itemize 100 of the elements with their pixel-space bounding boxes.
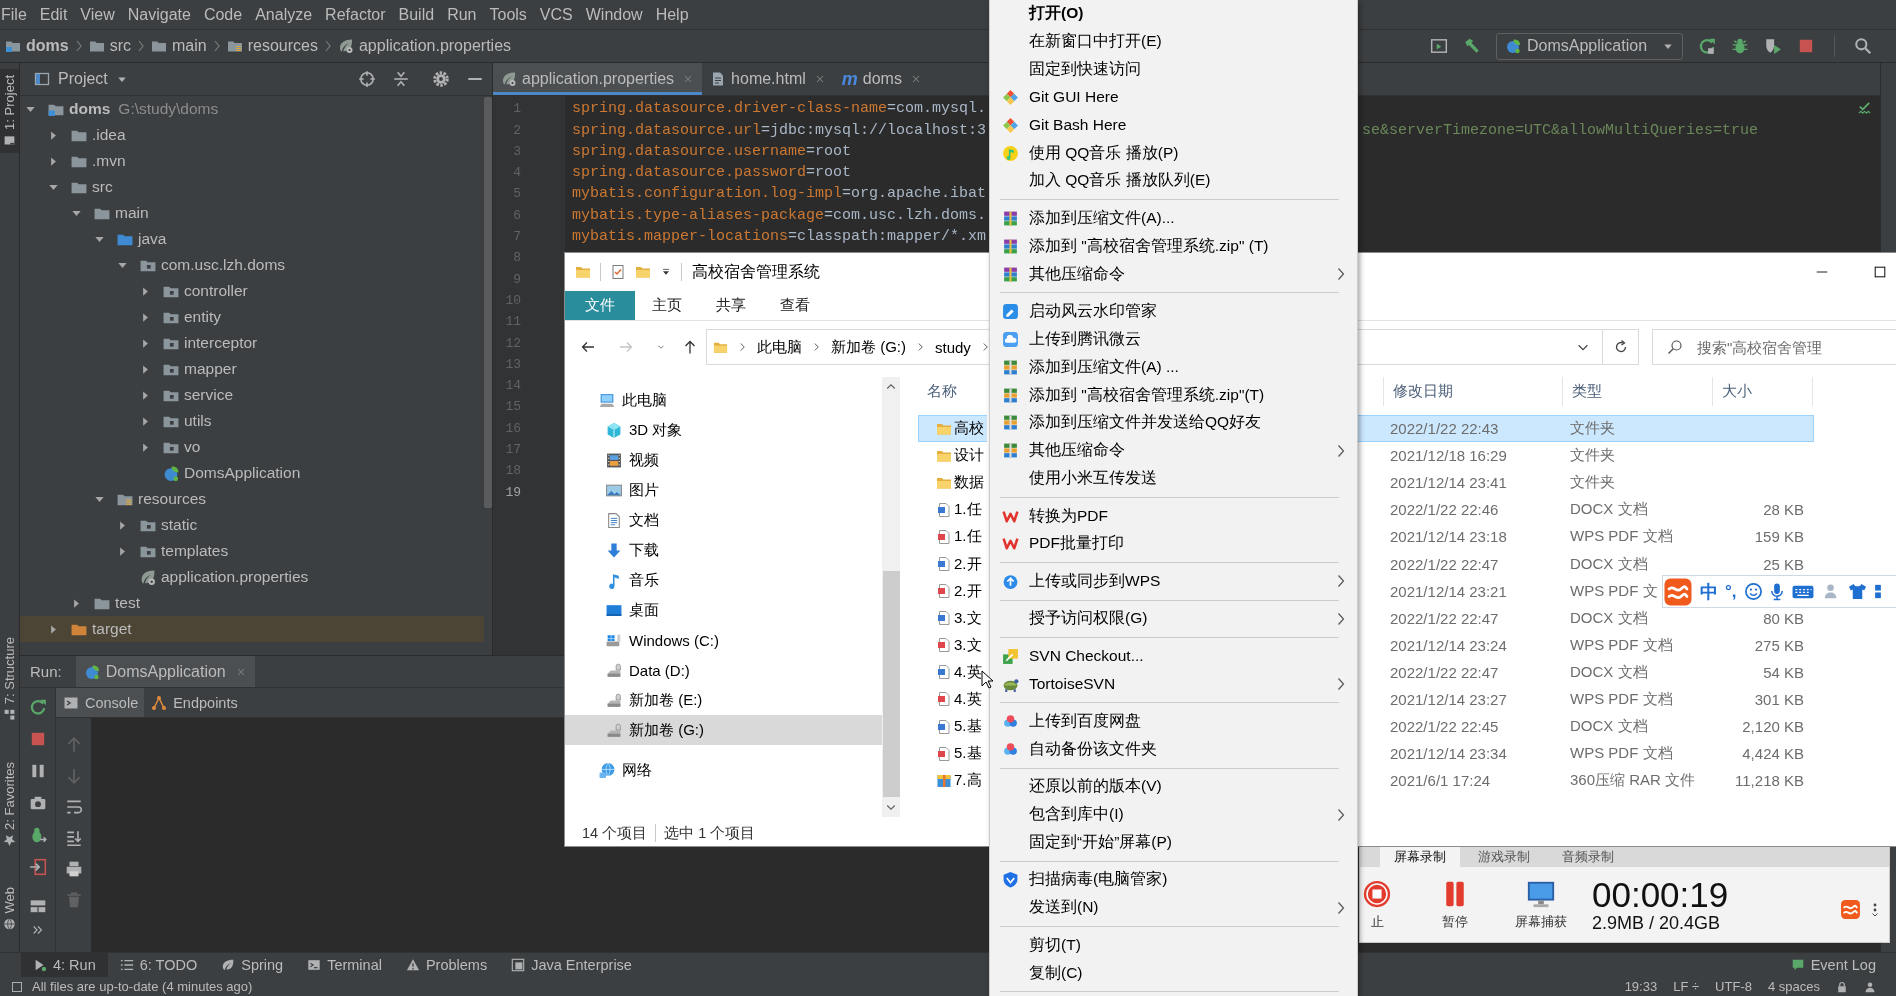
directory-entry[interactable]: 5.基	[918, 713, 987, 741]
tree-item[interactable]: entity	[140, 306, 222, 328]
run-tab[interactable]: DomsApplication	[75, 656, 255, 687]
breadcrumb-item[interactable]: resources	[226, 37, 318, 55]
scrollbar-thumb[interactable]	[882, 571, 900, 797]
tree-toggle-icon[interactable]	[117, 545, 128, 557]
status-item[interactable]: 19:33	[1624, 979, 1658, 994]
back-arrow-icon[interactable]	[580, 339, 596, 355]
menu-item[interactable]: 加入 QQ音乐 播放队列(E)	[990, 167, 1357, 195]
tree-item[interactable]: main	[71, 202, 149, 224]
tree-toggle-icon[interactable]	[48, 129, 59, 141]
tree-item[interactable]: test	[71, 592, 140, 614]
input-mode-toggle[interactable]: 中	[1700, 579, 1718, 604]
menu-item[interactable]: Window	[579, 3, 650, 26]
tool-window-button[interactable]: Event Log	[1778, 953, 1888, 977]
tree-item[interactable]: interceptor	[140, 332, 258, 354]
nav-item[interactable]: 下载	[565, 535, 882, 565]
recorder-tab[interactable]: 游戏录制	[1464, 847, 1544, 867]
tool-window-tab[interactable]: Web	[0, 880, 19, 936]
menu-item[interactable]: Analyze	[248, 3, 319, 26]
menu-item[interactable]: 添加到压缩文件(A)...	[990, 204, 1357, 233]
editor-tab[interactable]: application.properties	[493, 63, 703, 95]
chevron-right-icon[interactable]	[981, 340, 989, 354]
address-segment[interactable]: 新加卷 (G:)	[831, 337, 906, 357]
tree-toggle-icon[interactable]	[140, 363, 151, 375]
tree-item[interactable]: application.properties	[117, 566, 309, 588]
layout-icon[interactable]	[28, 897, 47, 915]
menu-item[interactable]: 固定到“开始”屏幕(P)	[990, 828, 1357, 857]
menu-item[interactable]: 其他压缩命令	[990, 436, 1357, 465]
menu-item[interactable]: 剪切(T)	[990, 931, 1357, 960]
nav-item[interactable]: 文档	[565, 505, 882, 535]
square-icon[interactable]	[11, 980, 23, 993]
menu-item[interactable]: 添加到压缩文件(A) ...	[990, 353, 1357, 382]
menu-item[interactable]: Code	[197, 3, 249, 26]
run-window-icon[interactable]	[1430, 37, 1448, 55]
menu-item[interactable]: 固定到快速访问	[990, 55, 1357, 84]
tree-toggle-icon[interactable]	[140, 311, 151, 323]
scroll-to-end-icon[interactable]	[64, 829, 83, 847]
menu-item[interactable]: 发送到(N)	[990, 893, 1357, 922]
panel-tab[interactable]: Endpoints	[144, 688, 244, 717]
menu-item[interactable]: Git GUI Here	[990, 83, 1357, 112]
camera-icon[interactable]	[28, 794, 47, 812]
directory-entry[interactable]: 2.开	[918, 550, 987, 578]
soft-wrap-icon[interactable]	[64, 798, 83, 816]
directory-entry[interactable]: 1.任	[918, 523, 987, 551]
search-icon[interactable]	[1854, 37, 1872, 55]
tree-toggle-icon[interactable]	[140, 285, 151, 297]
menu-item[interactable]: File	[0, 3, 34, 26]
menu-item[interactable]: 添加到 "高校宿舍管理系统.zip" (T)	[990, 232, 1357, 261]
breadcrumb-item[interactable]: application.properties	[337, 37, 512, 55]
column-header[interactable]: 类型	[1572, 382, 1602, 401]
maximize-icon[interactable]	[1873, 265, 1887, 279]
tree-item[interactable]: templates	[117, 540, 229, 562]
nav-item[interactable]: 新加卷 (G:)	[565, 715, 882, 745]
nav-item[interactable]: 网络	[565, 755, 882, 785]
breadcrumb-item[interactable]: src	[88, 37, 131, 55]
run-config-dropdown[interactable]: DomsApplication	[1496, 32, 1683, 60]
breadcrumb-item[interactable]: doms	[5, 37, 69, 55]
smiley-icon[interactable]	[1743, 582, 1763, 601]
menu-item[interactable]: 自动备份该文件夹	[990, 735, 1357, 764]
more-icon[interactable]	[1871, 901, 1879, 918]
tree-item[interactable]: vo	[140, 436, 201, 458]
shirt-icon[interactable]	[1847, 582, 1867, 601]
menu-item[interactable]: 复制(C)	[990, 959, 1357, 987]
menu-item[interactable]: 打开(O)	[990, 0, 1357, 28]
recorder-tab[interactable]: 屏幕录制	[1380, 847, 1460, 867]
tree-item[interactable]: doms G:\study\doms	[25, 98, 219, 120]
menu-item[interactable]: Refactor	[318, 3, 393, 26]
nav-item[interactable]: 音乐	[565, 565, 882, 595]
tree-item[interactable]: target	[48, 618, 132, 640]
directory-entry[interactable]: 数据	[918, 469, 987, 497]
tree-item[interactable]: DomsApplication	[140, 462, 301, 484]
directory-entry[interactable]: 设计	[918, 442, 987, 470]
menu-item[interactable]: Edit	[33, 3, 74, 26]
directory-entry[interactable]: 7.高	[918, 767, 987, 795]
menu-item[interactable]: 上传或同步到WPS	[990, 567, 1357, 596]
tool-window-button[interactable]: Terminal	[295, 953, 394, 977]
recorder-button[interactable]: 屏幕捕获	[1510, 878, 1572, 931]
refresh-button[interactable]	[1603, 329, 1639, 365]
tree-toggle-icon[interactable]	[117, 519, 128, 531]
menu-item[interactable]: Run	[440, 3, 483, 26]
recorder-button[interactable]: 暂停	[1436, 878, 1474, 931]
menu-item[interactable]: 在新窗口中打开(E)	[990, 27, 1357, 56]
collapse-all-icon[interactable]	[392, 70, 410, 88]
menu-item[interactable]: View	[73, 3, 122, 26]
hammer-icon[interactable]	[1463, 37, 1481, 55]
nav-item[interactable]: 新加卷 (E:)	[565, 685, 882, 715]
column-header[interactable]: 修改日期	[1393, 382, 1453, 401]
print-icon[interactable]	[64, 860, 83, 878]
menu-item[interactable]: 扫描病毒(电脑管家)	[990, 865, 1357, 894]
menu-item[interactable]: VCS	[533, 3, 580, 26]
tool-window-tab[interactable]: 1: Project	[0, 69, 19, 153]
menu-item[interactable]: SVN Checkout...	[990, 642, 1357, 671]
tool-window-button[interactable]: Spring	[209, 953, 296, 977]
exit-icon[interactable]	[28, 858, 47, 876]
lock-icon[interactable]	[1836, 980, 1848, 993]
menu-item[interactable]: 还原以前的版本(V)	[990, 772, 1357, 801]
directory-entry[interactable]: 2.开	[918, 577, 987, 605]
nav-item[interactable]: 图片	[565, 475, 882, 505]
nav-item[interactable]: Data (D:)	[565, 655, 882, 685]
